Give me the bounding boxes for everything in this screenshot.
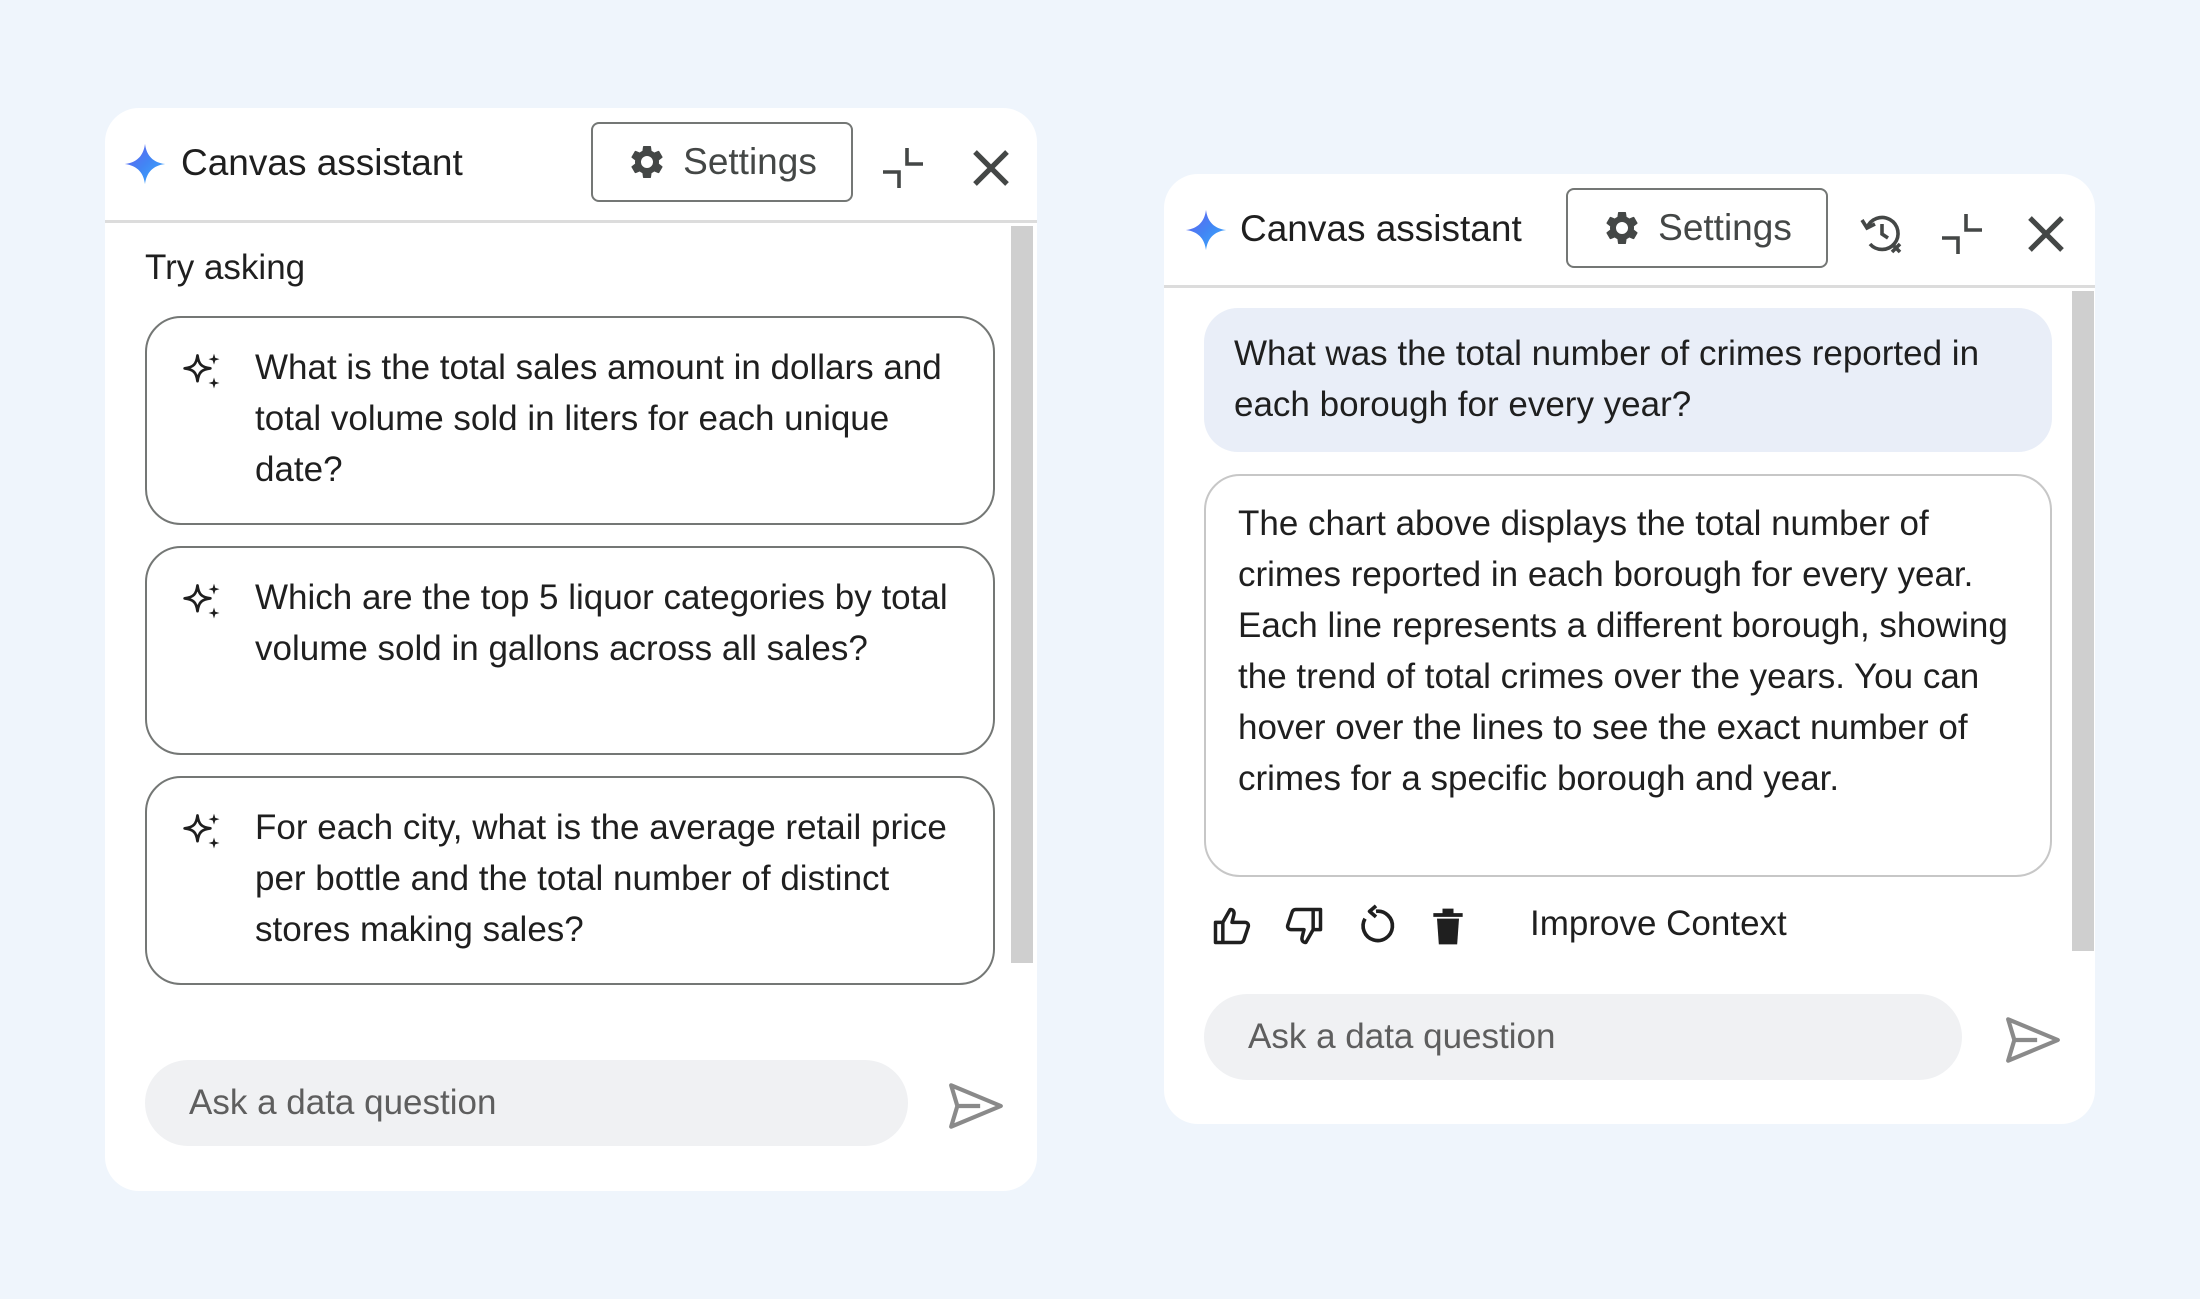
sparkles-icon	[183, 583, 220, 619]
panel-title: Canvas assistant	[1240, 208, 1522, 249]
settings-button[interactable]: Settings	[1566, 188, 1828, 268]
gemini-sparkle-icon	[124, 143, 166, 185]
scrollbar[interactable]	[2072, 291, 2094, 951]
suggestion-text: Which are the top 5 liquor categories by…	[255, 578, 948, 668]
collapse-icon	[1942, 214, 1982, 254]
thumbs-up-button[interactable]	[1210, 904, 1254, 948]
collapse-icon	[883, 148, 923, 188]
sparkles-icon	[183, 353, 220, 389]
ask-data-question-input[interactable]	[145, 1060, 908, 1146]
close-button[interactable]	[2022, 210, 2070, 258]
close-icon	[2028, 216, 2064, 252]
refresh-icon	[1361, 904, 1395, 943]
send-icon[interactable]	[947, 1080, 1005, 1132]
trash-icon	[1433, 908, 1463, 945]
thumbs-down-icon	[1285, 907, 1323, 945]
collapse-button[interactable]	[879, 144, 927, 192]
assistant-reply-card: The chart above displays the total numbe…	[1204, 474, 2052, 877]
send-icon[interactable]	[2004, 1014, 2062, 1066]
delete-button[interactable]	[1426, 904, 1470, 948]
regenerate-button[interactable]	[1354, 904, 1398, 948]
panel-header: Canvas assistant Settings	[1164, 174, 2095, 288]
thumbs-down-button[interactable]	[1282, 904, 1326, 948]
suggestion-card[interactable]: What is the total sales amount in dollar…	[145, 316, 995, 525]
panel-title: Canvas assistant	[181, 142, 463, 183]
close-icon	[973, 150, 1009, 186]
scrollbar[interactable]	[1011, 226, 1033, 963]
gear-icon	[631, 145, 663, 178]
improve-context-button[interactable]: Improve Context	[1530, 904, 1787, 944]
history-clear-icon	[1860, 215, 1902, 254]
ask-data-question-input[interactable]	[1204, 994, 1962, 1080]
suggestion-text: For each city, what is the average retai…	[255, 808, 947, 949]
panel-header: Canvas assistant Settings	[105, 108, 1037, 223]
close-button[interactable]	[967, 144, 1015, 192]
settings-button[interactable]: Settings	[591, 122, 853, 202]
assistant-panel-suggestions: Canvas assistant Settings Try asking Wha…	[105, 108, 1037, 1191]
gemini-sparkle-icon	[1185, 209, 1227, 251]
suggestion-card[interactable]: Which are the top 5 liquor categories by…	[145, 546, 995, 755]
settings-label: Settings	[1658, 207, 1792, 248]
try-asking-label: Try asking	[145, 248, 306, 287]
suggestion-card[interactable]: For each city, what is the average retai…	[145, 776, 995, 985]
settings-label: Settings	[683, 141, 817, 182]
collapse-button[interactable]	[1938, 210, 1986, 258]
assistant-panel-conversation: Canvas assistant Settings What was the t…	[1164, 174, 2095, 1124]
user-message-bubble: What was the total number of crimes repo…	[1204, 308, 2052, 452]
suggestion-text: What is the total sales amount in dollar…	[255, 348, 942, 489]
clear-history-button[interactable]	[1858, 210, 1906, 258]
reply-action-bar: Improve Context	[1210, 894, 2060, 958]
thumbs-up-icon	[1213, 907, 1251, 945]
gear-icon	[1606, 211, 1638, 244]
sparkles-icon	[183, 813, 220, 849]
